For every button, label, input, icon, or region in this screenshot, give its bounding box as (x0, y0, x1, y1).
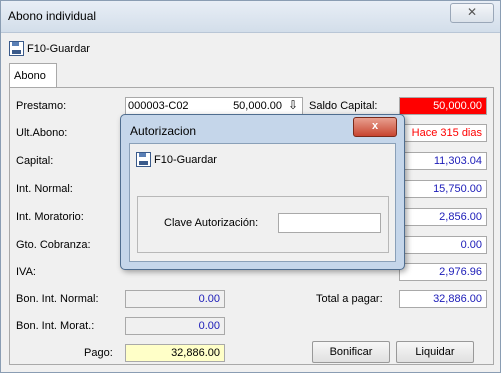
capital-label: Capital: (16, 155, 54, 167)
gto-cobranza-field: 0.00 (399, 236, 487, 254)
ultimo-abono-field: Hace 315 dias (399, 124, 487, 142)
tab-abono[interactable]: Abono (9, 63, 57, 87)
main-window: Abono individual ✕ F10-Guardar Abono Pre… (0, 0, 501, 373)
prestamo-select[interactable]: 000003-C02 50,000.00 ⇩ (125, 97, 303, 115)
prestamo-code: 000003-C02 (128, 100, 189, 112)
download-icon: ⇩ (287, 98, 298, 112)
capital-field: 11,303.04 (399, 152, 487, 170)
pago-field[interactable]: 32,886.00 (125, 344, 225, 362)
dialog-save-button[interactable]: F10-Guardar (154, 154, 217, 166)
autorizacion-dialog: Autorizacion x F10-Guardar Clave Autoriz… (120, 114, 405, 270)
save-icon (136, 152, 151, 167)
dialog-toolbar: F10-Guardar (136, 152, 217, 167)
clave-group: Clave Autorización: (137, 196, 389, 253)
save-button[interactable]: F10-Guardar (27, 43, 90, 55)
prestamo-amount: 50,000.00 (233, 100, 282, 112)
bon-int-normal-label: Bon. Int. Normal: (16, 293, 99, 305)
ult-abono-label: Ult.Abono: (16, 127, 68, 139)
iva-field: 2,976.96 (399, 263, 487, 281)
liquidar-button[interactable]: Liquidar (396, 341, 474, 363)
window-title: Abono individual (8, 9, 97, 23)
int-normal-field: 15,750.00 (399, 180, 487, 198)
total-field: 32,886.00 (399, 290, 487, 308)
bon-int-morat-field[interactable]: 0.00 (125, 317, 225, 335)
bon-int-normal-field[interactable]: 0.00 (125, 290, 225, 308)
saldo-capital-label: Saldo Capital: (309, 100, 378, 112)
total-label: Total a pagar: (316, 293, 383, 305)
close-button[interactable]: ✕ (450, 3, 494, 23)
dialog-body: F10-Guardar Clave Autorización: (129, 143, 396, 262)
iva-label: IVA: (16, 266, 36, 278)
bon-int-morat-label: Bon. Int. Morat.: (16, 320, 95, 332)
prestamo-label: Prestamo: (16, 100, 67, 112)
bonificar-button[interactable]: Bonificar (312, 341, 390, 363)
gto-cobranza-label: Gto. Cobranza: (16, 239, 91, 251)
clave-label: Clave Autorización: (164, 217, 259, 229)
toolbar: F10-Guardar (9, 41, 90, 59)
int-moratorio-field: 2,856.00 (399, 208, 487, 226)
pago-label: Pago: (84, 347, 113, 359)
int-normal-label: Int. Normal: (16, 183, 73, 195)
int-moratorio-label: Int. Moratorio: (16, 211, 84, 223)
dialog-close-button[interactable]: x (353, 117, 397, 137)
save-icon (9, 41, 24, 56)
clave-input[interactable] (278, 213, 381, 233)
title-bar: Abono individual ✕ (1, 1, 500, 33)
dialog-title: Autorizacion (130, 124, 197, 138)
saldo-capital-field: 50,000.00 (399, 97, 487, 115)
